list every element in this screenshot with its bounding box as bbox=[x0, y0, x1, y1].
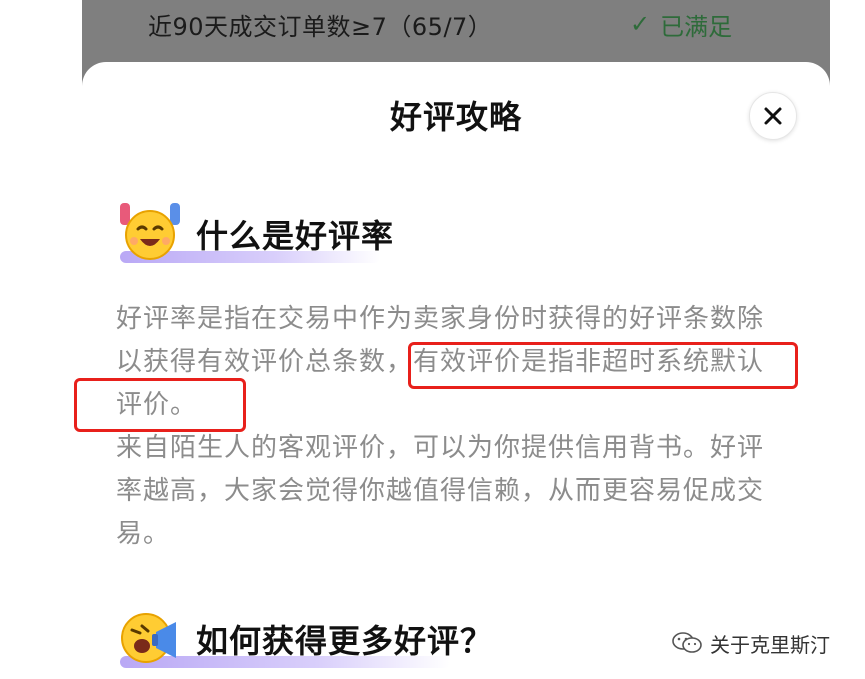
paragraph-line: 易。 bbox=[116, 519, 171, 549]
paragraph-line: 来自陌生人的客观评价，可以为你提供信用背书。好评 bbox=[116, 433, 765, 463]
requirement-status-label: 已满足 bbox=[660, 12, 733, 41]
watermark-text: 关于克里斯汀 bbox=[710, 632, 830, 657]
section-heading-text: 如何获得更多好评？ bbox=[196, 622, 494, 660]
section-heading-what: 什么是好评率 bbox=[116, 197, 416, 267]
order-count-requirement: 近90天成交订单数≥7（65/7） bbox=[148, 12, 493, 41]
sheet-title: 好评攻略 bbox=[389, 98, 522, 136]
shouting-emoji-icon bbox=[121, 613, 176, 663]
check-icon: ✓ bbox=[630, 10, 651, 38]
cheering-emoji-icon bbox=[120, 203, 180, 260]
wechat-icon bbox=[672, 632, 702, 653]
close-icon bbox=[764, 107, 782, 125]
paragraph-line: 率越高，大家会觉得你越值得信赖，从而更容易促成交 bbox=[116, 476, 765, 506]
requirement-status: ✓ 已满足 bbox=[630, 6, 732, 42]
section-heading-how: 如何获得更多好评？ bbox=[116, 602, 516, 672]
highlight-box bbox=[408, 342, 798, 389]
highlight-box bbox=[74, 378, 246, 432]
close-button[interactable] bbox=[749, 92, 797, 140]
section-heading-text: 什么是好评率 bbox=[196, 217, 395, 255]
paragraph-line: 好评率是指在交易中作为卖家身份时获得的好评条数除 bbox=[116, 304, 765, 334]
watermark: 关于克里斯汀 bbox=[672, 627, 830, 659]
